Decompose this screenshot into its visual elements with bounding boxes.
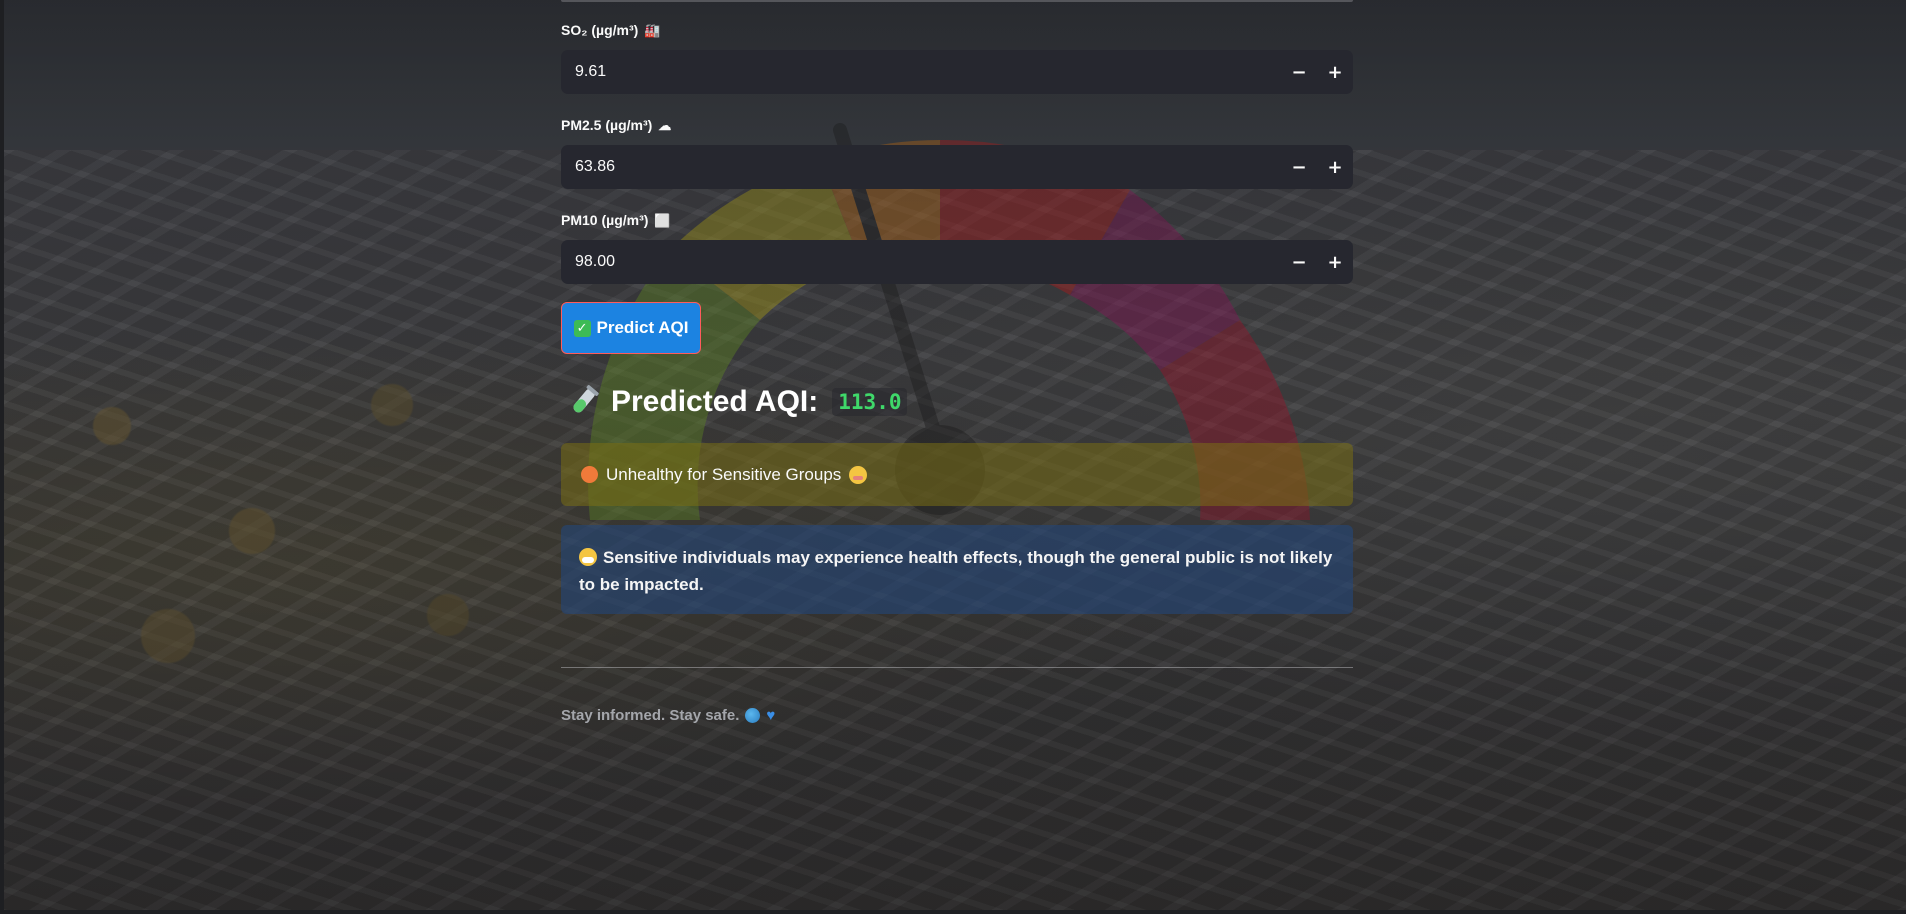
footer-divider [561,667,1353,668]
app-stage: SO₂ (µg/m³) 🏭 − + PM2.5 (µg/m³) ☁ − + PM… [0,0,1906,914]
pm25-label: PM2.5 (µg/m³) ☁ [561,117,671,133]
predict-aqi-label: Predict AQI [596,318,689,337]
square-icon: ⬜ [654,212,671,228]
pm10-label: PM10 (µg/m³) ⬜ [561,212,671,228]
face-icon [849,465,868,484]
so2-label: SO₂ (µg/m³) 🏭 [561,22,660,38]
pm25-increment-button[interactable]: + [1317,145,1353,189]
pm25-number-input: − + [561,145,1353,189]
pm10-decrement-button[interactable]: − [1281,240,1317,284]
so2-label-text: SO₂ (µg/m³) [561,22,639,38]
predicted-aqi-title: Predicted AQI: [611,385,819,418]
main-content: SO₂ (µg/m³) 🏭 − + PM2.5 (µg/m³) ☁ − + PM… [561,0,1353,914]
so2-decrement-button[interactable]: − [1281,50,1317,94]
pm10-increment-button[interactable]: + [1317,240,1353,284]
pm10-input[interactable] [561,252,1281,272]
so2-input[interactable] [561,62,1281,82]
cloud-icon: ☁ [658,117,672,133]
blue-heart-icon: ♥ [766,707,776,724]
window-left-edge [0,0,4,914]
globe-icon [745,708,761,723]
aqi-category-alert: Unhealthy for Sensitive Groups [561,443,1353,506]
predicted-aqi-heading: Predicted AQI: 113.0 [565,384,908,420]
pm25-decrement-button[interactable]: − [1281,145,1317,189]
pm25-label-text: PM2.5 (µg/m³) [561,117,653,133]
predicted-aqi-value: 113.0 [832,388,908,416]
test-tube-icon [573,385,599,413]
mask-face-icon [579,548,597,566]
pm10-label-text: PM10 (µg/m³) [561,212,649,228]
health-advice-alert: Sensitive individuals may experience hea… [561,525,1353,614]
previous-input-edge [561,0,1353,2]
predict-aqi-button[interactable]: ✓ Predict AQI [561,302,701,354]
pm10-number-input: − + [561,240,1353,284]
orange-circle-icon [581,466,598,483]
aqi-category-text: Unhealthy for Sensitive Groups [606,464,842,484]
factory-icon: 🏭 [644,22,661,38]
footer: Stay informed. Stay safe. ♥ [561,707,775,724]
footer-text: Stay informed. Stay safe. [561,707,740,724]
check-box-icon: ✓ [573,319,591,337]
health-advice-text: Sensitive individuals may experience hea… [579,548,1333,594]
pm25-input[interactable] [561,157,1281,177]
so2-number-input: − + [561,50,1353,94]
so2-increment-button[interactable]: + [1317,50,1353,94]
